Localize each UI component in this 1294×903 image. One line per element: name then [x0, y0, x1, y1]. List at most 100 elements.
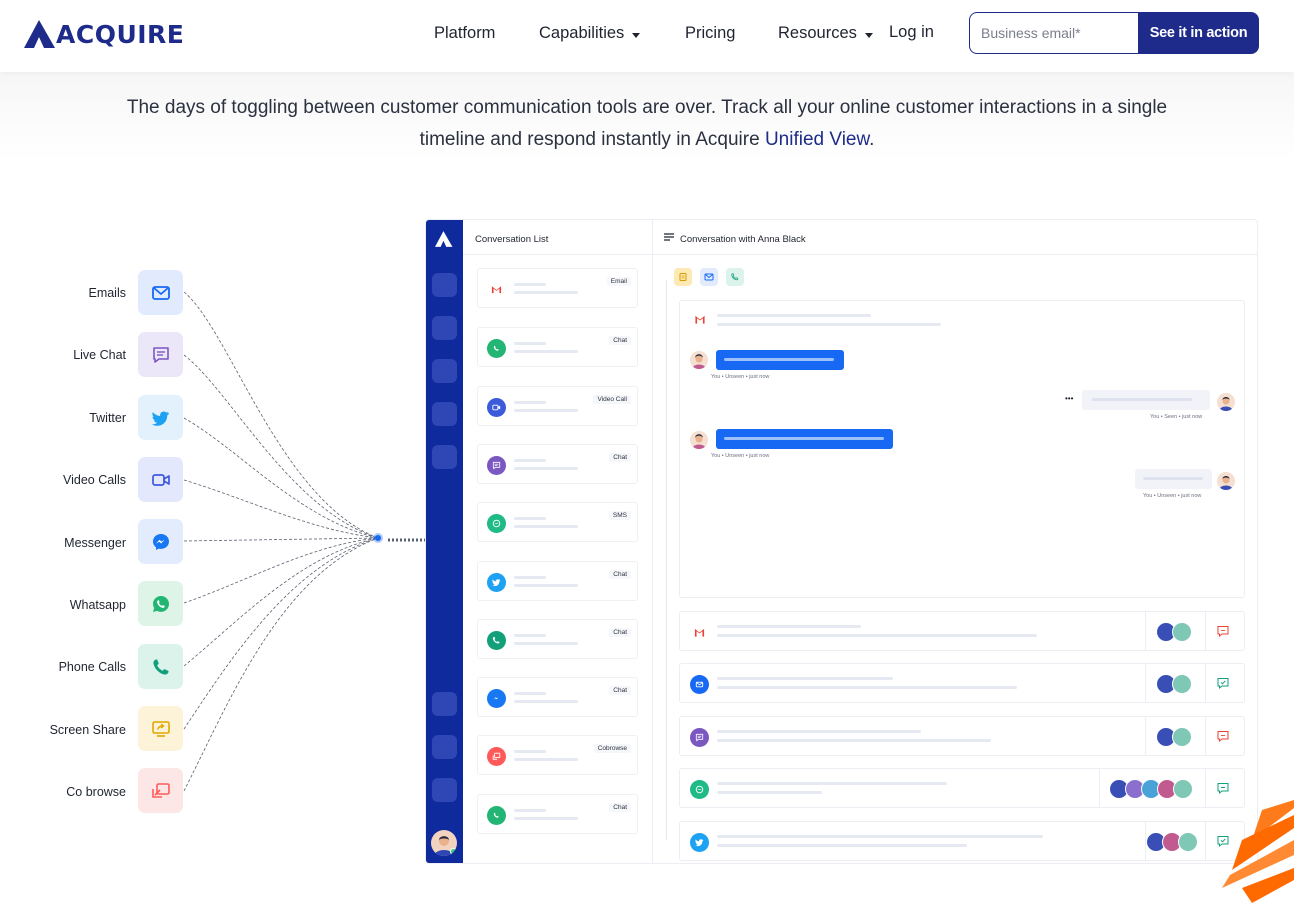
- nav-platform[interactable]: Platform: [434, 24, 495, 43]
- nav-resources-label: Resources: [778, 24, 857, 42]
- chat-bubble-icon[interactable]: [138, 332, 183, 377]
- message-thread: You • Unseen • just now ••• You • Seen •…: [679, 300, 1245, 598]
- message-meta: You • Unseen • just now: [1143, 493, 1202, 499]
- skeleton-line: [717, 730, 921, 733]
- conversation-item-cobrowse[interactable]: Cobrowse: [477, 735, 638, 775]
- intro-tail: .: [869, 129, 875, 150]
- online-status-dot: [450, 848, 457, 855]
- conversation-item-video-call[interactable]: Video Call: [477, 386, 638, 426]
- timeline-line: [666, 280, 667, 840]
- row-divider: [1205, 612, 1206, 650]
- whatsapp-icon[interactable]: [138, 581, 183, 626]
- nav-capabilities-label: Capabilities: [539, 24, 625, 42]
- conversation-item-sms[interactable]: SMS: [477, 502, 638, 542]
- skeleton-line: [514, 809, 546, 812]
- rail-item[interactable]: [432, 778, 457, 802]
- rail-item[interactable]: [432, 402, 457, 426]
- skeleton-line: [717, 314, 871, 317]
- conversation-item-chat[interactable]: Chat: [477, 794, 638, 834]
- phone-icon: [487, 631, 506, 650]
- video-camera-icon: [151, 473, 170, 486]
- acquire-logo-mark: [24, 20, 55, 48]
- rail-item[interactable]: [432, 359, 457, 383]
- chevron-down-icon: [632, 32, 641, 38]
- history-row-chat[interactable]: [679, 716, 1245, 756]
- message-meta: You • Seen • just now: [1150, 414, 1203, 420]
- user-avatar[interactable]: [431, 830, 457, 856]
- channel-label-live-chat: Live Chat: [73, 348, 126, 362]
- conversation-item-chat[interactable]: Chat: [477, 444, 638, 484]
- whatsapp-icon: [487, 339, 506, 358]
- gmail-icon: [487, 280, 506, 299]
- row-divider: [1145, 664, 1146, 702]
- conversation-item-email[interactable]: Email: [477, 268, 638, 308]
- top-navigation: ACQUIRE Platform Capabilities Pricing Re…: [0, 0, 1294, 72]
- sms-icon: [487, 514, 506, 533]
- chat-bubble-icon: [690, 728, 709, 747]
- brand-name: ACQUIRE: [56, 19, 185, 49]
- notes-icon[interactable]: [674, 268, 692, 286]
- row-divider: [1145, 612, 1146, 650]
- messenger-icon[interactable]: [138, 519, 183, 564]
- row-divider: [1205, 717, 1206, 755]
- nav-resources[interactable]: Resources: [778, 24, 873, 43]
- history-row-twitter[interactable]: [679, 821, 1245, 861]
- twitter-icon[interactable]: [138, 395, 183, 440]
- comment-icon[interactable]: [1216, 729, 1230, 743]
- skeleton-line: [717, 634, 1037, 637]
- nav-login-label: Log in: [889, 23, 934, 41]
- cobrowse-icon: [487, 747, 506, 766]
- envelope-icon: [690, 675, 709, 694]
- rail-item[interactable]: [432, 445, 457, 469]
- phone-icon[interactable]: [138, 644, 183, 689]
- screen-share-icon[interactable]: [138, 706, 183, 751]
- conversation-item-chat[interactable]: Chat: [477, 561, 638, 601]
- skeleton-line: [514, 350, 578, 353]
- more-options-icon[interactable]: •••: [1065, 394, 1073, 403]
- channel-tag: Video Call: [593, 395, 631, 404]
- envelope-icon[interactable]: [138, 270, 183, 315]
- twitter-icon: [151, 411, 169, 426]
- history-row-email[interactable]: [679, 663, 1245, 703]
- nav-login[interactable]: Log in: [889, 23, 934, 42]
- participant-avatars: [1156, 727, 1192, 747]
- conversation-item-chat[interactable]: Chat: [477, 327, 638, 367]
- rail-item[interactable]: [432, 273, 457, 297]
- rail-item[interactable]: [432, 316, 457, 340]
- skeleton-line: [717, 625, 861, 628]
- cobrowse-icon[interactable]: [138, 768, 183, 813]
- rail-item[interactable]: [432, 692, 457, 716]
- comment-icon[interactable]: [1216, 781, 1230, 795]
- menu-lines-icon[interactable]: [664, 233, 674, 241]
- message-meta: You • Unseen • just now: [711, 453, 770, 459]
- acquire-logo[interactable]: ACQUIRE: [24, 18, 184, 50]
- comment-check-icon[interactable]: [1216, 676, 1230, 690]
- nav-capabilities[interactable]: Capabilities: [539, 24, 641, 43]
- history-row-email[interactable]: [679, 611, 1245, 651]
- conversation-list-header: Conversation List: [463, 220, 653, 255]
- unified-view-link[interactable]: Unified View: [765, 129, 869, 150]
- customer-message: [716, 350, 844, 370]
- channel-tag: Cobrowse: [593, 744, 631, 753]
- conversation-item-chat[interactable]: Chat: [477, 677, 638, 717]
- history-row-sms[interactable]: [679, 768, 1245, 808]
- comment-icon[interactable]: [1216, 624, 1230, 638]
- conversation-item-chat[interactable]: Chat: [477, 619, 638, 659]
- customer-avatar: [690, 431, 708, 449]
- see-it-in-action-button[interactable]: See it in action: [1138, 12, 1259, 54]
- skeleton-line: [514, 584, 578, 587]
- agent-message: [1082, 390, 1210, 410]
- rail-item[interactable]: [432, 735, 457, 759]
- phone-icon[interactable]: [726, 268, 744, 286]
- video-camera-icon[interactable]: [138, 457, 183, 502]
- business-email-input[interactable]: [969, 12, 1139, 54]
- video-camera-icon: [487, 398, 506, 417]
- row-divider: [1099, 769, 1100, 807]
- channel-tag: Chat: [609, 803, 631, 812]
- participant-avatars: [1156, 674, 1192, 694]
- conversation-list-pane: Conversation List Email Chat Video Call …: [463, 220, 653, 863]
- decorative-brush-strokes: [1222, 800, 1294, 903]
- channel-label-co-browse: Co browse: [66, 785, 126, 799]
- envelope-icon[interactable]: [700, 268, 718, 286]
- nav-pricing[interactable]: Pricing: [685, 24, 735, 43]
